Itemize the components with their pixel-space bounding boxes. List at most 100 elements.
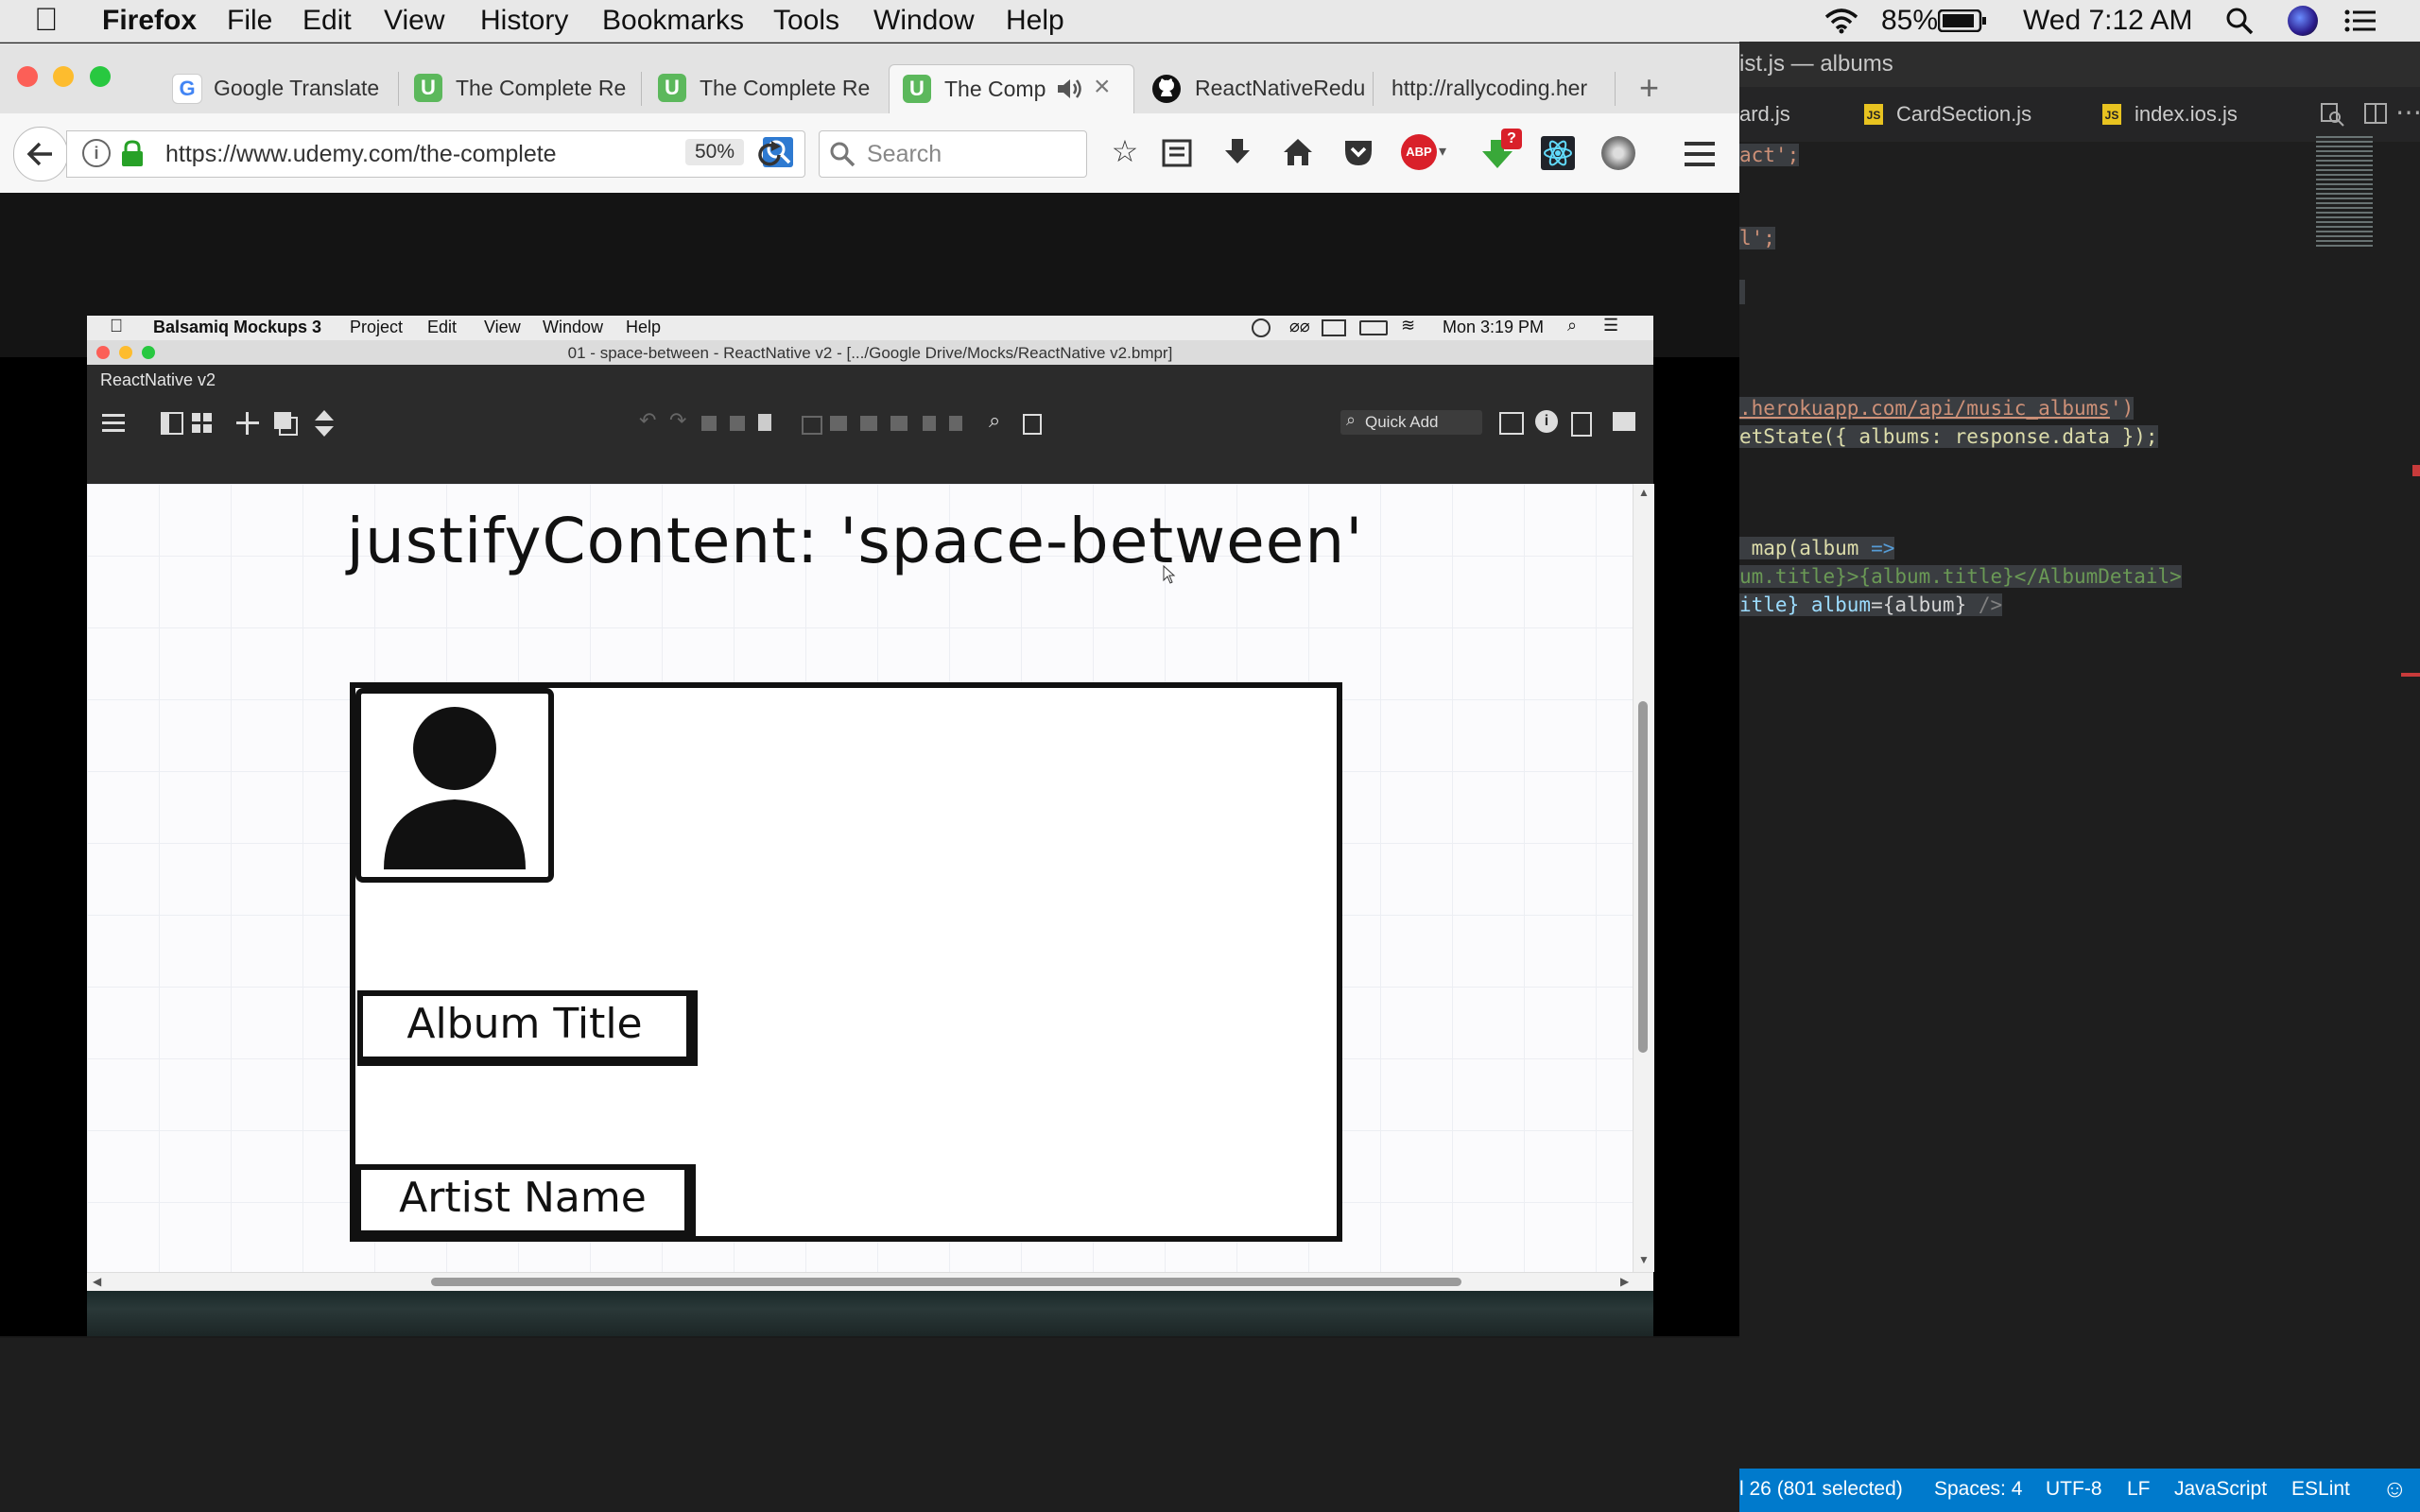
horizontal-scroll-thumb[interactable] bbox=[431, 1278, 1461, 1286]
dropdown-arrow-icon[interactable]: ▾ bbox=[1439, 142, 1446, 161]
browser-tab[interactable]: G Google Translate bbox=[159, 64, 397, 113]
back-button[interactable] bbox=[13, 127, 68, 181]
more-actions-icon[interactable]: ⋯ bbox=[2395, 96, 2420, 128]
react-devtools-icon[interactable] bbox=[1541, 136, 1575, 170]
info-icon[interactable]: i bbox=[1535, 410, 1558, 433]
status-encoding[interactable]: UTF-8 bbox=[2046, 1478, 2102, 1501]
minimize-window-button[interactable] bbox=[53, 66, 74, 87]
editor-tab[interactable]: ard.js bbox=[1739, 87, 1815, 142]
copy-icon[interactable] bbox=[730, 416, 745, 431]
group-icon[interactable] bbox=[802, 416, 822, 435]
hamburger-menu-icon[interactable] bbox=[1683, 140, 1717, 168]
browser-tab[interactable]: U The Complete Re bbox=[645, 64, 883, 113]
status-linter[interactable]: ESLint bbox=[2291, 1478, 2350, 1501]
minimap[interactable] bbox=[2316, 136, 2373, 249]
balsamiq-menu-help[interactable]: Help bbox=[626, 318, 661, 337]
menu-tools[interactable]: Tools bbox=[773, 5, 839, 37]
status-eol[interactable]: LF bbox=[2127, 1478, 2151, 1501]
siri-icon[interactable] bbox=[2288, 6, 2318, 36]
delete-icon[interactable] bbox=[949, 416, 962, 431]
zoom-icon[interactable]: ⌕ bbox=[989, 408, 1000, 433]
balsamiq-clock[interactable]: Mon 3:19 PM bbox=[1443, 318, 1544, 337]
speaker-icon[interactable] bbox=[1056, 77, 1084, 101]
arrange-icon[interactable] bbox=[830, 416, 847, 431]
menu-app-name[interactable]: Firefox bbox=[102, 5, 197, 37]
notification-center-icon[interactable]: ☰ bbox=[1603, 316, 1618, 335]
reload-icon[interactable] bbox=[754, 140, 785, 170]
presentation-mode-icon[interactable] bbox=[1613, 412, 1635, 431]
lock-icon[interactable] bbox=[120, 139, 145, 167]
duplicate-icon[interactable] bbox=[274, 412, 301, 437]
split-editor-icon[interactable] bbox=[2363, 102, 2388, 125]
gallery-icon[interactable] bbox=[1499, 412, 1524, 435]
downloads-icon[interactable] bbox=[1221, 136, 1253, 168]
adblock-plus-icon[interactable]: ABP bbox=[1401, 134, 1437, 170]
mockup-canvas[interactable]: justifyContent: 'space-between' Album Ti… bbox=[87, 484, 1633, 1272]
redo-icon[interactable]: ↷ bbox=[669, 408, 686, 433]
status-cursor-position[interactable]: l 26 (801 selected) bbox=[1739, 1478, 1903, 1501]
bookmark-star-icon[interactable]: ☆ bbox=[1106, 132, 1144, 170]
album-title-box[interactable]: Album Title bbox=[357, 990, 698, 1066]
battery-icon[interactable] bbox=[1938, 9, 1987, 32]
artist-name-box[interactable]: Artist Name bbox=[355, 1164, 696, 1240]
glasses-icon[interactable]: ⌀⌀ bbox=[1289, 317, 1310, 336]
menubar-clock[interactable]: Wed 7:12 AM bbox=[2023, 5, 2193, 37]
scroll-right-arrow-icon[interactable]: ▶ bbox=[1620, 1275, 1629, 1288]
battery-icon[interactable] bbox=[1359, 320, 1388, 335]
close-tab-icon[interactable]: × bbox=[1094, 71, 1111, 103]
scroll-up-arrow-icon[interactable]: ▲ bbox=[1638, 486, 1650, 499]
open-preview-icon[interactable] bbox=[2320, 102, 2344, 127]
apple-icon[interactable]:  bbox=[34, 2, 59, 39]
reorder-icon[interactable] bbox=[314, 410, 335, 437]
vertical-scroll-thumb[interactable] bbox=[1638, 701, 1648, 1053]
paste-icon[interactable] bbox=[758, 414, 771, 431]
video-downloader-icon[interactable] bbox=[1601, 136, 1635, 170]
panel-toggle-icon[interactable] bbox=[161, 412, 183, 435]
url-text[interactable]: https://www.udemy.com/the-complete bbox=[165, 141, 648, 168]
cut-icon[interactable] bbox=[701, 416, 717, 431]
wifi-icon[interactable]: ≋ bbox=[1401, 316, 1415, 335]
menu-edit[interactable]: Edit bbox=[302, 5, 352, 37]
horizontal-scrollbar[interactable]: ◀ ▶ bbox=[87, 1272, 1653, 1292]
close-window-button[interactable] bbox=[17, 66, 38, 87]
spotlight-search-icon[interactable] bbox=[2225, 7, 2254, 35]
align-icon[interactable] bbox=[860, 416, 877, 431]
code-url[interactable]: .herokuapp.com/api/music_albums bbox=[1739, 397, 2110, 420]
notification-center-icon[interactable] bbox=[2344, 9, 2377, 32]
home-icon[interactable] bbox=[1282, 136, 1314, 168]
menu-view[interactable]: View bbox=[384, 5, 444, 37]
menu-bookmarks[interactable]: Bookmarks bbox=[602, 5, 744, 37]
balsamiq-menu-window[interactable]: Window bbox=[543, 318, 603, 337]
undo-icon[interactable]: ↶ bbox=[639, 408, 656, 433]
add-icon[interactable] bbox=[236, 412, 259, 435]
scroll-down-arrow-icon[interactable]: ▼ bbox=[1638, 1253, 1650, 1266]
apple-icon[interactable]:  bbox=[110, 317, 123, 337]
menu-help[interactable]: Help bbox=[1006, 5, 1064, 37]
url-bar[interactable]: i https://www.udemy.com/the-complete 50% bbox=[66, 130, 805, 178]
editor-tab[interactable]: JS index.ios.js bbox=[2097, 87, 2286, 142]
vertical-scrollbar[interactable]: ▲ ▼ bbox=[1633, 484, 1654, 1272]
status-indentation[interactable]: Spaces: 4 bbox=[1934, 1478, 2022, 1501]
spotlight-search-icon[interactable]: ⌕ bbox=[1567, 316, 1577, 335]
wifi-icon[interactable] bbox=[1823, 8, 1860, 34]
airplay-icon[interactable] bbox=[1322, 319, 1346, 336]
new-tab-icon[interactable]: + bbox=[1639, 68, 1659, 108]
browser-tab[interactable]: http://rallycoding.her bbox=[1376, 64, 1613, 113]
browser-tab-active[interactable]: U The Comp × bbox=[889, 64, 1134, 114]
notes-icon[interactable] bbox=[1571, 412, 1592, 437]
quick-add-field[interactable]: ⌕ Quick Add bbox=[1340, 410, 1482, 435]
image-placeholder[interactable] bbox=[355, 688, 554, 883]
fit-icon[interactable] bbox=[1023, 414, 1042, 435]
browser-tab[interactable]: ReactNativeRedu bbox=[1140, 64, 1371, 113]
reading-list-icon[interactable] bbox=[1161, 136, 1193, 168]
menu-history[interactable]: History bbox=[480, 5, 568, 37]
site-info-icon[interactable]: i bbox=[82, 139, 111, 167]
lock-icon[interactable] bbox=[923, 416, 936, 431]
balsamiq-app-name[interactable]: Balsamiq Mockups 3 bbox=[153, 318, 321, 337]
editor-tab[interactable]: JS CardSection.js bbox=[1858, 87, 2057, 142]
feedback-smiley-icon[interactable]: ☺ bbox=[2382, 1474, 2408, 1503]
scroll-left-arrow-icon[interactable]: ◀ bbox=[93, 1275, 101, 1288]
balsamiq-menu-project[interactable]: Project bbox=[350, 318, 403, 337]
zoom-window-button[interactable] bbox=[90, 66, 111, 87]
search-field[interactable]: Search bbox=[819, 130, 1087, 178]
